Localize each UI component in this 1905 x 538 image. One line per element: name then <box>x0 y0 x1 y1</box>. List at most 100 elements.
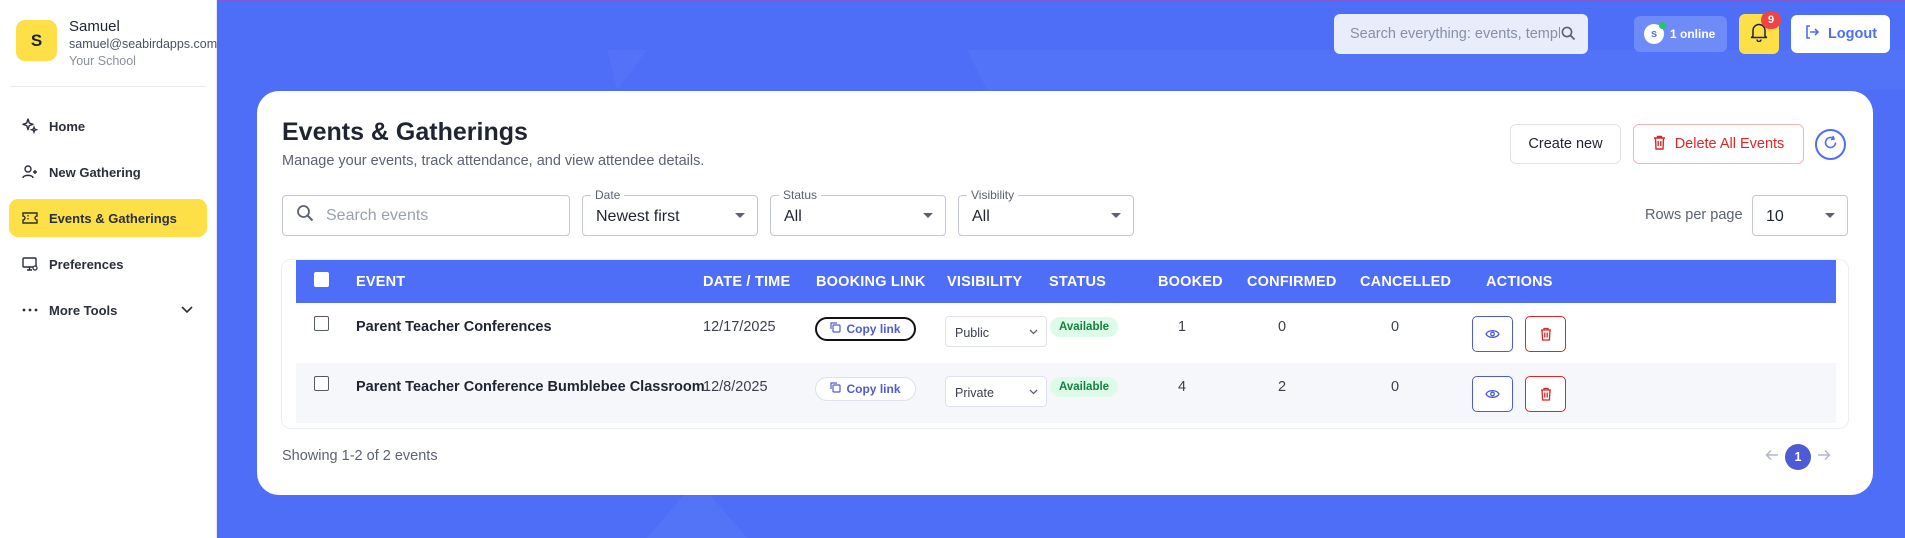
sidebar-item-more-tools[interactable]: More Tools <box>9 291 207 329</box>
user-plus-icon <box>21 163 39 181</box>
next-page-icon[interactable] <box>1817 448 1831 466</box>
previous-page-icon[interactable] <box>1765 448 1779 466</box>
dropdown-arrow-icon <box>735 213 745 218</box>
delete-event-button[interactable] <box>1525 376 1566 412</box>
sidebar-nav: Home New Gathering Events & Gatherings P… <box>0 107 216 329</box>
create-new-button[interactable]: Create new <box>1510 124 1621 164</box>
date-select-label: Date <box>591 188 625 202</box>
event-date: 12/8/2025 <box>703 379 768 395</box>
event-date: 12/17/2025 <box>703 319 776 335</box>
eye-icon <box>1485 329 1500 339</box>
profile-email: samuel@seabirdapps.com <box>69 37 218 51</box>
online-user-avatar: s <box>1644 22 1666 44</box>
logout-button[interactable]: Logout <box>1791 15 1890 53</box>
sidebar-item-new-gathering[interactable]: New Gathering <box>9 153 207 191</box>
page-title: Events & Gatherings <box>282 118 528 146</box>
user-profile[interactable]: S Samuel samuel@seabirdapps.com Your Sch… <box>10 0 217 87</box>
top-accent-line <box>217 0 1905 2</box>
delete-all-label: Delete All Events <box>1674 136 1785 152</box>
sidebar-item-label: New Gathering <box>49 164 141 180</box>
table-header: EVENT DATE / TIME BOOKING LINK VISIBILIT… <box>296 260 1836 303</box>
chevron-down-icon <box>1029 329 1038 335</box>
notifications-button[interactable]: 9 <box>1739 11 1781 54</box>
confirmed-count: 2 <box>1277 379 1287 395</box>
logout-label: Logout <box>1827 26 1878 42</box>
event-name: Parent Teacher Conferences <box>356 319 552 335</box>
global-search-input[interactable]: Search everything: events, templates... <box>1334 14 1588 54</box>
column-header-booking-link: BOOKING LINK <box>816 274 926 290</box>
logout-icon <box>1804 24 1828 44</box>
profile-school: Your School <box>69 54 136 68</box>
booked-count: 4 <box>1177 379 1187 395</box>
chevron-down-icon <box>1029 389 1038 395</box>
dropdown-arrow-icon <box>1111 213 1121 218</box>
column-header-booked: BOOKED <box>1158 274 1223 290</box>
view-event-button[interactable] <box>1472 316 1513 352</box>
ticket-icon <box>21 209 39 227</box>
rows-per-page-value: 10 <box>1766 208 1784 225</box>
visibility-select-value: All <box>972 208 990 225</box>
visibility-filter-select[interactable]: Visibility All <box>958 188 1134 236</box>
visibility-select-label: Visibility <box>967 188 1019 202</box>
global-search-placeholder: Search everything: events, templates... <box>1350 26 1560 42</box>
cancelled-count: 0 <box>1390 319 1400 335</box>
sidebar-item-label: Preferences <box>49 256 124 272</box>
sidebar-item-label: Events & Gatherings <box>49 210 177 226</box>
event-name: Parent Teacher Conference Bumblebee Clas… <box>356 379 705 395</box>
trash-icon <box>1653 135 1675 154</box>
column-header-actions: ACTIONS <box>1486 274 1553 290</box>
profile-name: Samuel <box>69 18 120 35</box>
copy-link-button[interactable]: Copy link <box>815 377 916 401</box>
cancelled-count: 0 <box>1390 379 1400 395</box>
sparkle-icon <box>21 117 39 135</box>
events-table: EVENT DATE / TIME BOOKING LINK VISIBILIT… <box>281 259 1849 429</box>
visibility-value: Public <box>955 326 990 340</box>
sidebar-item-events[interactable]: Events & Gatherings <box>9 199 207 237</box>
delete-all-events-button[interactable]: Delete All Events <box>1633 124 1804 164</box>
dropdown-arrow-icon <box>923 213 933 218</box>
rows-per-page-label: Rows per page <box>1645 207 1743 223</box>
table-row[interactable]: Parent Teacher Conference Bumblebee Clas… <box>296 363 1836 423</box>
column-header-event[interactable]: EVENT <box>356 274 405 290</box>
event-search-input[interactable]: Search events <box>282 195 570 236</box>
status-badge: Available <box>1050 377 1119 397</box>
notification-count-badge: 9 <box>1761 11 1781 29</box>
events-card: Events & Gatherings Manage your events, … <box>257 91 1873 495</box>
delete-event-button[interactable] <box>1525 316 1566 352</box>
table-row[interactable]: Parent Teacher Conferences 12/17/2025 Co… <box>296 303 1836 363</box>
trash-icon <box>1540 327 1551 341</box>
refresh-button[interactable] <box>1815 129 1846 160</box>
dropdown-arrow-icon <box>1825 213 1835 218</box>
search-icon <box>296 204 314 227</box>
status-select-label: Status <box>779 188 822 202</box>
rows-per-page-select[interactable]: 10 <box>1752 195 1848 236</box>
column-header-date[interactable]: DATE / TIME <box>703 274 790 290</box>
booked-count: 1 <box>1177 319 1187 335</box>
online-users-indicator[interactable]: s 1 online <box>1634 16 1727 52</box>
refresh-icon <box>1823 135 1838 155</box>
visibility-value: Private <box>955 386 994 400</box>
row-checkbox[interactable] <box>314 316 329 331</box>
copy-link-button[interactable]: Copy link <box>815 317 916 341</box>
page-number-button[interactable]: 1 <box>1785 444 1811 470</box>
sidebar-item-home[interactable]: Home <box>9 107 207 145</box>
view-event-button[interactable] <box>1472 376 1513 412</box>
row-checkbox[interactable] <box>314 376 329 391</box>
avatar: S <box>16 20 57 61</box>
pagination: 1 <box>1765 444 1831 470</box>
select-all-checkbox[interactable] <box>314 272 329 287</box>
copy-icon <box>830 322 846 336</box>
column-header-cancelled: CANCELLED <box>1360 274 1452 290</box>
date-sort-select[interactable]: Date Newest first <box>582 188 758 236</box>
confirmed-count: 0 <box>1277 319 1287 335</box>
status-filter-select[interactable]: Status All <box>770 188 946 236</box>
search-icon <box>1561 26 1576 46</box>
sidebar-item-preferences[interactable]: Preferences <box>9 245 207 283</box>
copy-link-label: Copy link <box>846 382 901 396</box>
visibility-select[interactable]: Public <box>945 316 1047 347</box>
pagination-summary: Showing 1-2 of 2 events <box>282 448 438 464</box>
status-badge: Available <box>1050 317 1119 337</box>
monitor-icon <box>21 255 39 273</box>
sidebar-item-label: Home <box>49 118 86 134</box>
visibility-select[interactable]: Private <box>945 376 1047 407</box>
